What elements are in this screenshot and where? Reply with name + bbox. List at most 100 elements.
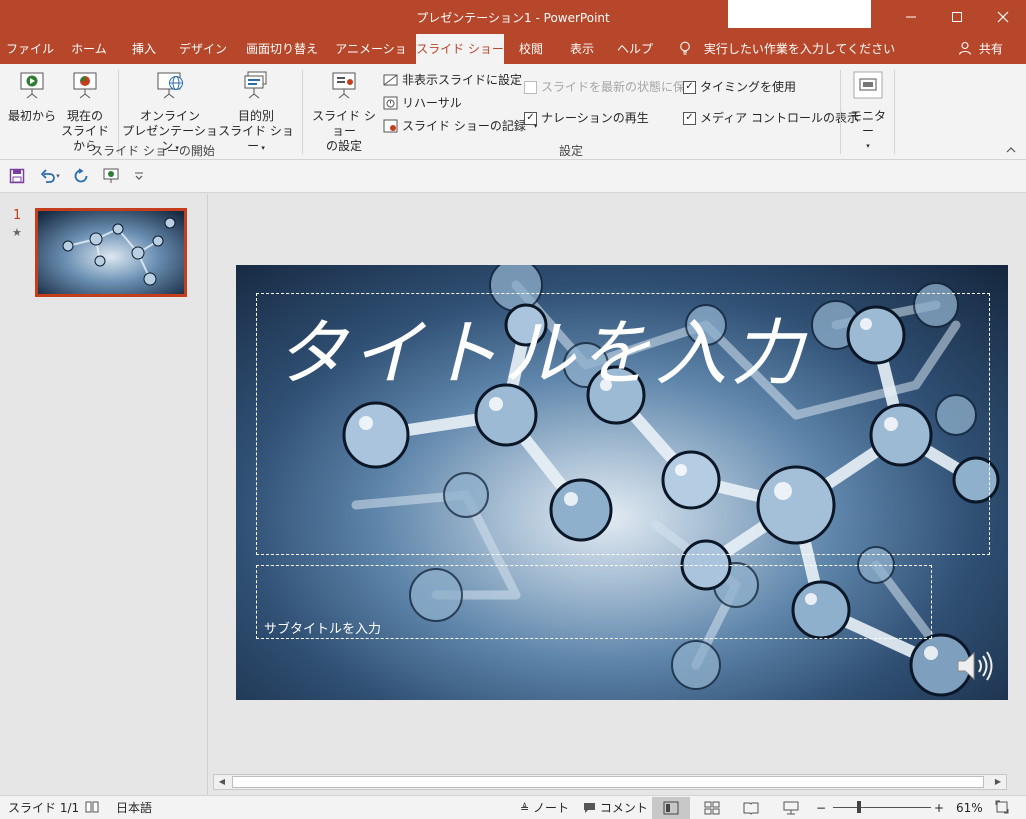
subtitle-placeholder[interactable]: サブタイトルを入力 xyxy=(256,565,932,639)
normal-view-button[interactable] xyxy=(652,797,690,819)
lightbulb-icon xyxy=(680,41,690,55)
tab-animations[interactable]: アニメーション xyxy=(330,34,412,86)
tab-view[interactable]: 表示 xyxy=(560,34,604,64)
from-beginning-button[interactable]: 最初から xyxy=(8,70,56,124)
fit-to-window-button[interactable] xyxy=(995,800,1009,816)
minimize-icon xyxy=(906,16,916,18)
title-bar: プレゼンテーション1 - PowerPoint xyxy=(0,0,1026,34)
use-timings-label: タイミングを使用 xyxy=(700,80,797,94)
start-from-beginning-qat-button[interactable] xyxy=(100,166,122,186)
maximize-button[interactable] xyxy=(934,0,980,34)
comment-icon xyxy=(584,803,595,813)
record-slideshow-button[interactable]: スライド ショーの記録 ▾ xyxy=(383,117,537,135)
hide-slide-icon xyxy=(383,74,398,86)
book-check-icon xyxy=(85,801,99,813)
horizontal-scrollbar[interactable]: ◀ ▶ xyxy=(213,774,1007,790)
rehearse-label: リハーサル xyxy=(402,96,462,110)
tab-file[interactable]: ファイル xyxy=(4,34,56,64)
stopwatch-icon xyxy=(383,96,398,110)
check-icon: ✓ xyxy=(524,111,537,125)
setup-slideshow-icon xyxy=(332,72,356,99)
undo-button[interactable]: ▾ xyxy=(36,166,64,186)
undo-icon xyxy=(40,169,56,183)
tab-slideshow[interactable]: スライド ショー xyxy=(416,34,504,64)
fit-window-icon xyxy=(995,800,1009,814)
play-narration-checkbox[interactable]: ✓ ナレーションの再生 xyxy=(524,109,649,127)
speaker-icon[interactable] xyxy=(954,645,996,687)
slide-canvas[interactable]: タイトルを入力 サブタイトルを入力 xyxy=(236,265,1008,700)
group-label-setup: 設定 xyxy=(558,144,583,158)
use-timings-checkbox[interactable]: ✓ タイミングを使用 xyxy=(683,78,796,96)
share-button[interactable]: 共有 xyxy=(958,34,1003,64)
group-label-start: スライド ショーの開始 xyxy=(91,144,215,158)
tab-design[interactable]: デザイン xyxy=(172,34,234,64)
chevron-down-icon xyxy=(135,172,143,180)
ribbon-tabs: ファイル ホーム 挿入 デザイン 画面切り替え アニメーション スライド ショー… xyxy=(0,34,1026,86)
tab-home[interactable]: ホーム xyxy=(62,34,116,64)
title-placeholder-text: タイトルを入力 xyxy=(275,311,808,395)
chevron-up-icon xyxy=(1006,147,1016,153)
comments-button[interactable]: コメント xyxy=(583,800,648,816)
setup-label-1: スライド ショー xyxy=(312,109,376,138)
redo-button[interactable] xyxy=(70,166,92,186)
customize-qat-button[interactable] xyxy=(128,166,150,186)
spell-check-button[interactable] xyxy=(84,800,100,816)
tell-me-box[interactable]: 実行したい作業を入力してください xyxy=(678,34,895,64)
tab-insert[interactable]: 挿入 xyxy=(122,34,166,64)
scroll-right-icon[interactable]: ▶ xyxy=(990,775,1006,789)
slideshow-start-icon xyxy=(103,168,119,183)
zoom-slider-track[interactable] xyxy=(833,807,931,808)
ribbon: 最初から 現在の スライドから オンライン プレゼンテーション ▾ 目的別 スラ… xyxy=(0,64,1026,160)
reading-view-button[interactable] xyxy=(732,797,770,819)
subtitle-placeholder-text: サブタイトルを入力 xyxy=(264,622,382,637)
slideshow-view-icon xyxy=(783,801,799,815)
slide-position: スライド 1/1 xyxy=(8,801,80,815)
minimize-button[interactable] xyxy=(888,0,934,34)
zoom-slider-handle[interactable] xyxy=(857,801,861,813)
ribbon-separator xyxy=(302,70,303,154)
zoom-level[interactable]: 61% xyxy=(956,800,983,816)
close-button[interactable] xyxy=(980,0,1026,34)
zoom-in-button[interactable]: + xyxy=(934,800,944,816)
tab-review[interactable]: 校閲 xyxy=(510,34,552,64)
title-placeholder[interactable]: タイトルを入力 xyxy=(256,293,990,555)
person-icon xyxy=(958,41,972,55)
share-label: 共有 xyxy=(978,42,1003,56)
scrollbar-thumb[interactable] xyxy=(232,776,984,788)
language-indicator[interactable]: 日本語 xyxy=(116,800,152,816)
slide-sorter-button[interactable] xyxy=(693,797,731,819)
notes-icon: ≜ xyxy=(520,802,530,815)
custom-slideshow-icon xyxy=(244,71,267,99)
check-icon: ✓ xyxy=(683,80,696,94)
tell-me-text: 実行したい作業を入力してください xyxy=(703,42,896,56)
reading-view-icon xyxy=(743,802,759,815)
notes-button[interactable]: ≜ ノート xyxy=(520,800,569,816)
keep-updated-label: スライドを最新の状態に保つ xyxy=(541,80,698,94)
hide-slide-button[interactable]: 非表示スライドに設定 xyxy=(383,71,522,89)
grid-view-icon xyxy=(704,801,720,815)
scroll-left-icon[interactable]: ◀ xyxy=(214,775,230,789)
status-bar: スライド 1/1 日本語 ≜ ノート コメント − + 61% xyxy=(0,795,1026,819)
account-area[interactable] xyxy=(728,0,871,28)
slide-thumbnail-pane: 1 ★ xyxy=(0,194,208,795)
slide-thumbnail[interactable] xyxy=(35,208,187,297)
rehearse-button[interactable]: リハーサル xyxy=(383,94,462,112)
quick-access-toolbar: ▾ xyxy=(0,160,1026,193)
media-controls-checkbox[interactable]: ✓ メディア コントロールの表示 xyxy=(683,109,859,127)
collapse-ribbon-button[interactable] xyxy=(1004,144,1018,156)
zoom-out-button[interactable]: − xyxy=(816,800,826,816)
tab-help[interactable]: ヘルプ xyxy=(612,34,658,64)
monitor-button[interactable]: モニター ▾ xyxy=(846,70,890,154)
monitor-icon xyxy=(853,71,883,99)
slideshow-start-icon xyxy=(20,72,44,99)
custom-label-1: 目的別 xyxy=(237,109,274,123)
tab-transitions[interactable]: 画面切り替え xyxy=(240,34,324,64)
slideshow-view-button[interactable] xyxy=(772,797,810,819)
dropdown-arrow-icon: ▾ xyxy=(866,142,870,150)
close-icon xyxy=(997,11,1009,23)
comments-label: コメント xyxy=(599,801,648,815)
keep-updated-checkbox[interactable]: スライドを最新の状態に保つ xyxy=(524,78,697,96)
save-button[interactable] xyxy=(6,166,28,186)
checkbox-box xyxy=(524,80,537,94)
slide-editing-area: タイトルを入力 サブタイトルを入力 xyxy=(209,194,1026,774)
